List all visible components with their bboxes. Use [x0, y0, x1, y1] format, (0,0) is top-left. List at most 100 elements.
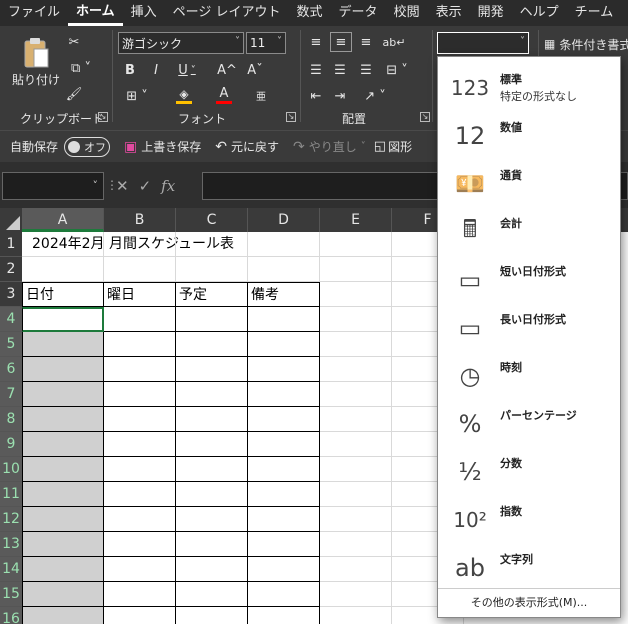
indent-increase-button[interactable]: ⇥ — [330, 86, 350, 106]
cell-e4[interactable] — [320, 307, 392, 332]
cell-e6[interactable] — [320, 357, 392, 382]
copy-button[interactable]: ⧉ ˅ — [64, 58, 98, 78]
cell-e13[interactable] — [320, 532, 392, 557]
undo-button[interactable]: 元に戻す — [231, 138, 279, 155]
format-option-3[interactable]: 🖩 会計 — [438, 207, 620, 255]
cell-a2[interactable] — [22, 257, 104, 282]
underline-button[interactable]: U ˅ — [172, 60, 202, 80]
cell-d11[interactable] — [248, 482, 320, 507]
menu-file[interactable]: ファイル — [0, 0, 68, 26]
cell-c15[interactable] — [176, 582, 248, 607]
select-all-corner[interactable] — [0, 208, 22, 232]
menu-page-layout[interactable]: ページ レイアウト — [165, 0, 289, 26]
cell-b2[interactable] — [104, 257, 176, 282]
enter-check-icon[interactable]: ✓ — [139, 177, 152, 195]
cell-b7[interactable] — [104, 382, 176, 407]
cell-d12[interactable] — [248, 507, 320, 532]
menu-developer[interactable]: 開発 — [470, 0, 512, 26]
cell-d13[interactable] — [248, 532, 320, 557]
menu-formulas[interactable]: 数式 — [289, 0, 331, 26]
menu-insert[interactable]: 挿入 — [123, 0, 165, 26]
cell-c10[interactable] — [176, 457, 248, 482]
align-right-button[interactable]: ☰ — [356, 60, 376, 80]
align-middle-button[interactable]: ≡ — [330, 32, 352, 52]
column-header-b[interactable]: B — [104, 208, 176, 232]
column-header-a[interactable]: A — [22, 208, 104, 232]
column-header-d[interactable]: D — [248, 208, 320, 232]
cell-c8[interactable] — [176, 407, 248, 432]
row-header-1[interactable]: 1 — [0, 232, 22, 257]
format-option-2[interactable]: 💴 通貨 — [438, 159, 620, 207]
indent-decrease-button[interactable]: ⇤ — [306, 86, 326, 106]
wrap-text-button[interactable]: ab↵ — [382, 32, 406, 52]
cell-b1[interactable] — [104, 232, 176, 257]
merge-button[interactable]: ⊟ ˅ — [380, 60, 414, 80]
alignment-launcher-icon[interactable]: ↘ — [420, 112, 430, 122]
cell-d7[interactable] — [248, 382, 320, 407]
cell-c16[interactable] — [176, 607, 248, 624]
format-option-8[interactable]: ½ 分数 — [438, 447, 620, 495]
cell-a8[interactable] — [22, 407, 104, 432]
cell-c11[interactable] — [176, 482, 248, 507]
cell-e9[interactable] — [320, 432, 392, 457]
bold-button[interactable]: B — [120, 60, 140, 80]
italic-button[interactable]: I — [146, 60, 166, 80]
format-painter-button[interactable]: 🖌 — [64, 84, 84, 104]
cell-c7[interactable] — [176, 382, 248, 407]
cell-b9[interactable] — [104, 432, 176, 457]
font-size-combo[interactable]: 11 ˅ — [246, 32, 286, 54]
cell-b5[interactable] — [104, 332, 176, 357]
row-header-12[interactable]: 12 — [0, 507, 22, 532]
cell-d9[interactable] — [248, 432, 320, 457]
cell-a9[interactable] — [22, 432, 104, 457]
cell-d10[interactable] — [248, 457, 320, 482]
cell-a16[interactable] — [22, 607, 104, 624]
cell-a6[interactable] — [22, 357, 104, 382]
cell-b14[interactable] — [104, 557, 176, 582]
cell-b4[interactable] — [104, 307, 176, 332]
cell-d14[interactable] — [248, 557, 320, 582]
cell-d8[interactable] — [248, 407, 320, 432]
align-center-button[interactable]: ☰ — [330, 60, 350, 80]
font-color-button[interactable]: A — [206, 84, 242, 106]
cell-c13[interactable] — [176, 532, 248, 557]
cell-b16[interactable] — [104, 607, 176, 624]
cell-b3[interactable]: 曜日 — [104, 282, 176, 307]
row-header-8[interactable]: 8 — [0, 407, 22, 432]
cell-b15[interactable] — [104, 582, 176, 607]
cell-b11[interactable] — [104, 482, 176, 507]
format-option-5[interactable]: ▭ 長い日付形式 — [438, 303, 620, 351]
shrink-font-button[interactable]: Aˇ — [244, 60, 266, 80]
format-option-10[interactable]: ab 文字列 — [438, 543, 620, 591]
autosave-toggle[interactable]: オフ — [64, 136, 111, 157]
cell-d4[interactable] — [248, 307, 320, 332]
menu-help[interactable]: ヘルプ — [512, 0, 567, 26]
cell-b12[interactable] — [104, 507, 176, 532]
orientation-button[interactable]: ↗ ˅ — [358, 86, 392, 106]
menu-review[interactable]: 校閲 — [386, 0, 428, 26]
menu-data[interactable]: データ — [331, 0, 386, 26]
align-left-button[interactable]: ☰ — [306, 60, 326, 80]
cell-a14[interactable] — [22, 557, 104, 582]
menu-team[interactable]: チーム — [567, 0, 622, 26]
row-header-15[interactable]: 15 — [0, 582, 22, 607]
cell-e5[interactable] — [320, 332, 392, 357]
row-header-11[interactable]: 11 — [0, 482, 22, 507]
cell-a15[interactable] — [22, 582, 104, 607]
row-header-2[interactable]: 2 — [0, 257, 22, 282]
cell-a10[interactable] — [22, 457, 104, 482]
conditional-format-button[interactable]: ▦ 条件付き書式 — [544, 34, 628, 54]
cell-d2[interactable] — [248, 257, 320, 282]
phonetic-button[interactable]: 亜 — [250, 84, 272, 106]
cell-c3[interactable]: 予定 — [176, 282, 248, 307]
format-option-7[interactable]: % パーセンテージ — [438, 399, 620, 447]
save-button[interactable]: 上書き保存 — [141, 138, 201, 155]
cell-c4[interactable] — [176, 307, 248, 332]
row-header-7[interactable]: 7 — [0, 382, 22, 407]
cell-c12[interactable] — [176, 507, 248, 532]
cell-e2[interactable] — [320, 257, 392, 282]
cell-a4[interactable] — [22, 307, 104, 332]
format-option-6[interactable]: ◷ 時刻 — [438, 351, 620, 399]
row-header-9[interactable]: 9 — [0, 432, 22, 457]
redo-button[interactable]: やり直し — [309, 138, 357, 155]
